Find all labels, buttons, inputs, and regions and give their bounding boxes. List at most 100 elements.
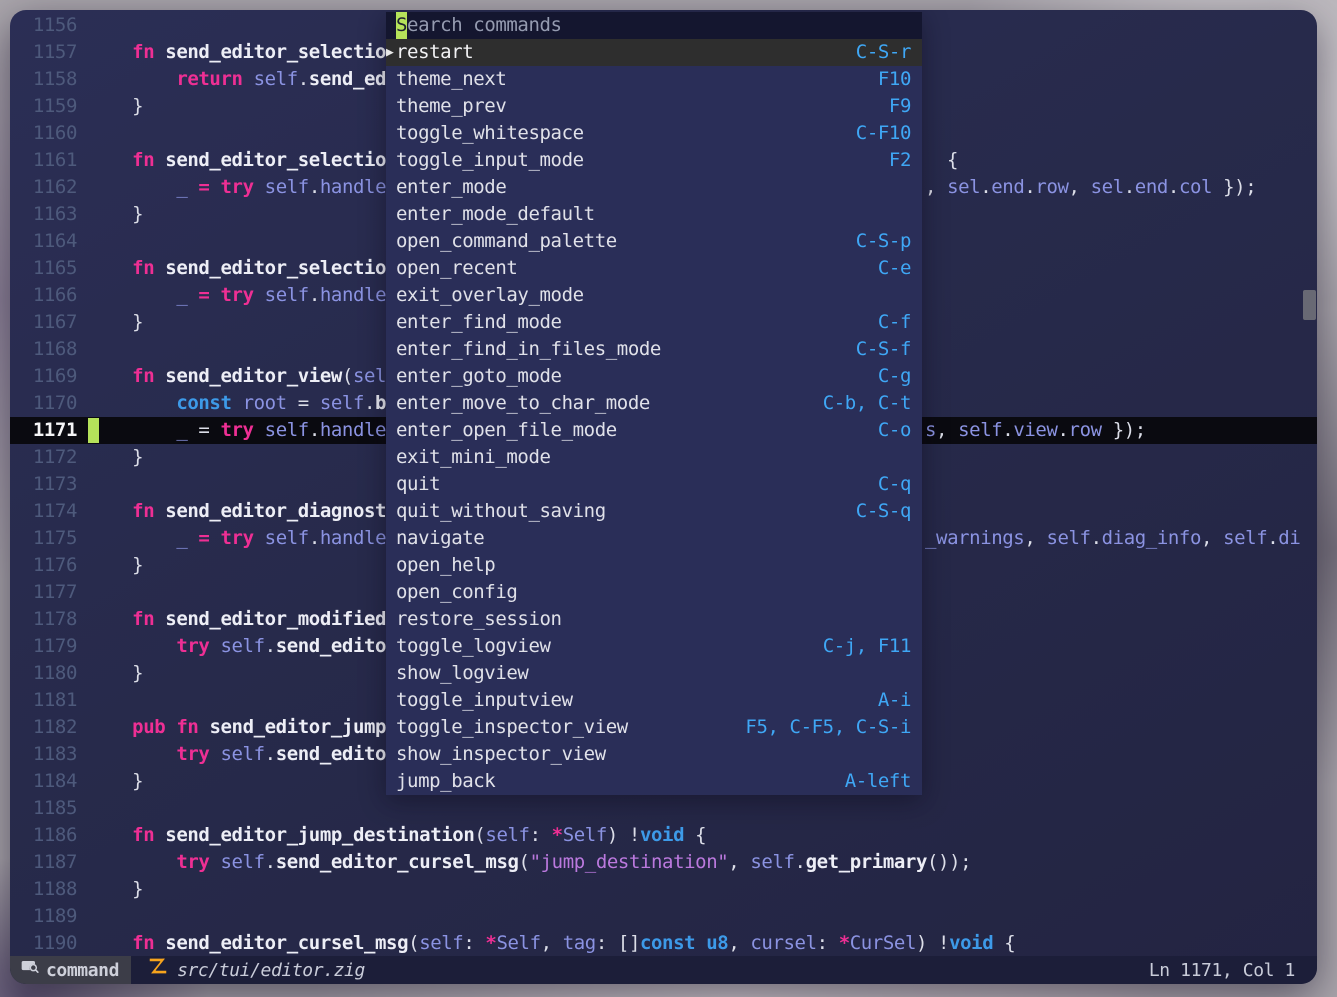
palette-item-toggle_logview[interactable]: toggle_logview C-j, F11	[386, 633, 922, 660]
palette-item-keybinding: C-j, F11	[823, 633, 911, 660]
palette-item-label: enter_mode	[396, 176, 506, 198]
code-line[interactable]: 1187 try self.send_editor_cursel_msg("ju…	[10, 849, 1317, 876]
code-token: ());	[927, 851, 971, 873]
code-token: *	[485, 932, 496, 954]
code-token	[88, 527, 176, 549]
code-text: }	[88, 552, 143, 579]
palette-item-enter_find_in_files_mode[interactable]: enter_find_in_files_modeC-S-f	[386, 336, 922, 363]
palette-item-label: open_command_palette	[396, 230, 617, 252]
palette-item-navigate[interactable]: navigate	[386, 525, 922, 552]
code-token: fn	[132, 41, 154, 63]
code-token: .	[1057, 419, 1068, 441]
code-line[interactable]: 1190 fn send_editor_cursel_msg(self: *Se…	[10, 930, 1317, 957]
code-token: s	[925, 419, 936, 441]
code-token	[88, 284, 176, 306]
palette-item-enter_open_file_mode[interactable]: enter_open_file_modeC-o	[386, 417, 922, 444]
code-token: try	[176, 743, 209, 765]
palette-item-exit_mini_mode[interactable]: exit_mini_mode	[386, 444, 922, 471]
code-line[interactable]: 1188 }	[10, 876, 1317, 903]
palette-item-label: open_config	[396, 581, 517, 603]
palette-item-toggle_whitespace[interactable]: toggle_whitespaceC-F10	[386, 120, 922, 147]
palette-item-theme_prev[interactable]: theme_prevF9	[386, 93, 922, 120]
code-line[interactable]: 1186 fn send_editor_jump_destination(sel…	[10, 822, 1317, 849]
code-token: (	[474, 824, 485, 846]
code-text: pub fn send_editor_jump	[88, 714, 386, 741]
palette-item-restore_session[interactable]: restore_session	[386, 606, 922, 633]
palette-item-show_logview[interactable]: show_logview	[386, 660, 922, 687]
file-indicator: src/tui/editor.zig	[147, 955, 365, 984]
palette-item-enter_find_mode[interactable]: enter_find_modeC-f	[386, 309, 922, 336]
palette-item-label: show_logview	[396, 662, 528, 684]
code-token: self	[265, 527, 309, 549]
palette-item-keybinding: C-g	[878, 363, 911, 390]
palette-item-open_recent[interactable]: open_recentC-e	[386, 255, 922, 282]
code-token: .	[265, 635, 276, 657]
palette-item-quit[interactable]: quitC-q	[386, 471, 922, 498]
palette-item-quit_without_saving[interactable]: quit_without_savingC-S-q	[386, 498, 922, 525]
code-text: _ = try self.handle	[88, 525, 386, 552]
line-number: 1164	[10, 228, 77, 255]
code-token: view	[1013, 419, 1057, 441]
palette-item-keybinding: A-i	[878, 687, 911, 714]
command-search-input[interactable]: Search commands	[386, 12, 922, 39]
code-token: }	[88, 446, 143, 468]
palette-item-jump_back[interactable]: jump_backA-left	[386, 768, 922, 795]
code-token: ,	[728, 851, 750, 873]
code-token	[88, 635, 176, 657]
code-token: .	[265, 743, 276, 765]
zig-logo-icon	[147, 955, 169, 984]
code-token: self	[254, 68, 298, 90]
palette-item-enter_mode_default[interactable]: enter_mode_default	[386, 201, 922, 228]
palette-item-keybinding: C-S-r	[856, 39, 911, 66]
code-token: self	[1223, 527, 1267, 549]
palette-item-open_command_palette[interactable]: open_command_paletteC-S-p	[386, 228, 922, 255]
code-token: Self	[496, 932, 540, 954]
palette-item-enter_move_to_char_mode[interactable]: enter_move_to_char_modeC-b, C-t	[386, 390, 922, 417]
code-token: ,	[936, 419, 958, 441]
code-token: =	[198, 527, 209, 549]
palette-item-label: show_inspector_view	[396, 743, 606, 765]
code-line[interactable]: 1185	[10, 795, 1317, 822]
code-token: self	[220, 851, 264, 873]
code-line[interactable]: 1189	[10, 903, 1317, 930]
palette-item-exit_overlay_mode[interactable]: exit_overlay_mode	[386, 282, 922, 309]
palette-item-theme_next[interactable]: theme_nextF10	[386, 66, 922, 93]
palette-item-keybinding: C-F10	[856, 120, 911, 147]
code-text: _ = try self.handle	[88, 174, 386, 201]
line-number: 1169	[10, 363, 77, 390]
palette-item-open_help[interactable]: open_help	[386, 552, 922, 579]
line-number: 1181	[10, 687, 77, 714]
code-token: send_ed	[309, 68, 386, 90]
code-token: di	[1278, 527, 1300, 549]
palette-item-label: exit_mini_mode	[396, 446, 551, 468]
palette-item-label: toggle_logview	[396, 635, 551, 657]
code-token: .	[265, 851, 276, 873]
palette-item-show_inspector_view[interactable]: show_inspector_view	[386, 741, 922, 768]
code-token	[88, 149, 132, 171]
code-token	[88, 932, 132, 954]
palette-item-toggle_inputview[interactable]: toggle_inputviewA-i	[386, 687, 922, 714]
scrollbar-thumb[interactable]	[1303, 290, 1316, 320]
code-token	[198, 716, 209, 738]
code-token: b	[375, 392, 386, 414]
code-token	[88, 608, 132, 630]
code-token: _	[176, 176, 187, 198]
palette-item-toggle_inspector_view[interactable]: toggle_inspector_viewF5, C-F5, C-S-i	[386, 714, 922, 741]
palette-item-enter_mode[interactable]: enter_mode	[386, 174, 922, 201]
palette-item-enter_goto_mode[interactable]: enter_goto_mode C-g	[386, 363, 922, 390]
palette-item-label: theme_next	[396, 68, 506, 90]
palette-item-label: enter_goto_mode	[396, 365, 562, 387]
mode-indicator[interactable]: command	[10, 956, 131, 984]
code-token	[209, 284, 220, 306]
palette-item-open_config[interactable]: open_config	[386, 579, 922, 606]
palette-item-restart[interactable]: ▶restartC-S-r	[386, 39, 922, 66]
code-token: .	[795, 851, 806, 873]
code-token	[243, 68, 254, 90]
code-token: return	[176, 68, 242, 90]
palette-item-toggle_input_mode[interactable]: toggle_input_modeF2	[386, 147, 922, 174]
code-token: ,	[541, 932, 563, 954]
code-token	[187, 284, 198, 306]
palette-item-keybinding: C-S-f	[856, 336, 911, 363]
code-token	[209, 851, 220, 873]
code-token: :	[817, 932, 839, 954]
